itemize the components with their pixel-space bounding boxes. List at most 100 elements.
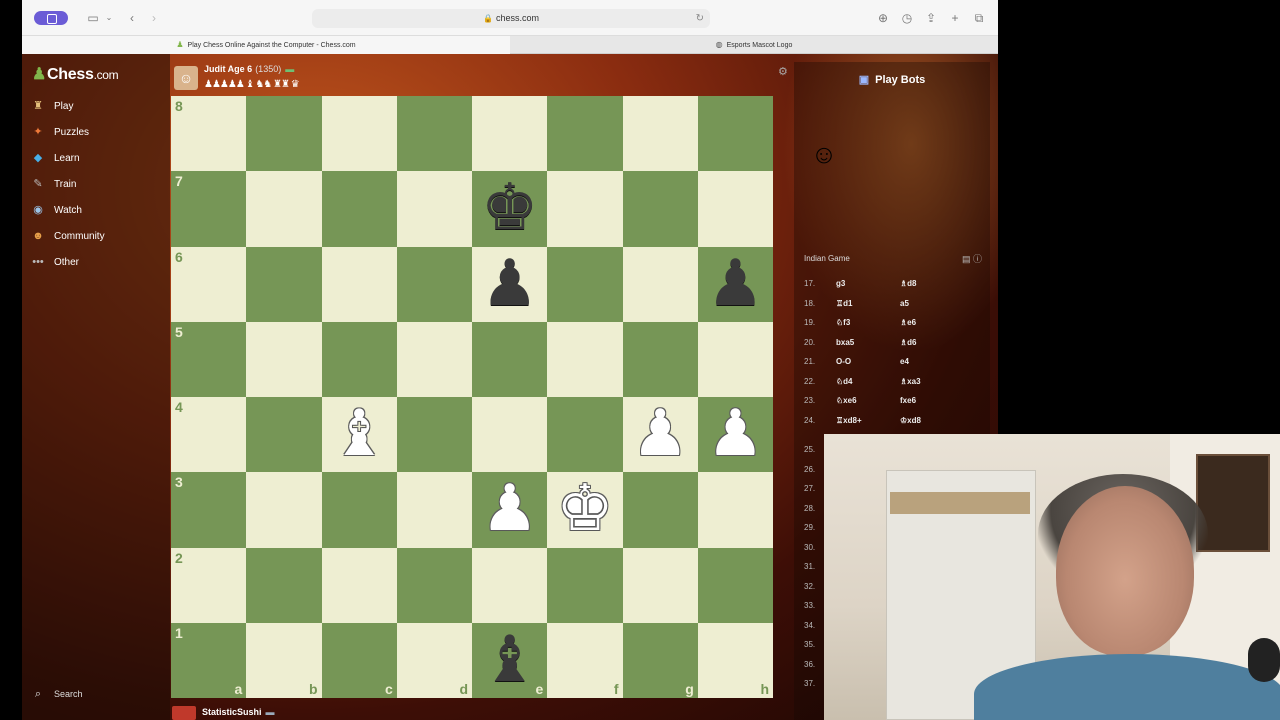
square-g3[interactable] — [622, 472, 698, 548]
white-move[interactable]: O-O — [836, 352, 851, 372]
black-move[interactable]: ♔xd8 — [900, 411, 921, 431]
square-f8[interactable] — [547, 96, 623, 172]
share-icon[interactable]: ⇪ — [924, 11, 938, 25]
forward-icon[interactable]: › — [148, 11, 160, 25]
square-b1[interactable]: b — [246, 622, 322, 698]
black-pawn-icon[interactable]: ♟ — [472, 247, 547, 322]
black-move[interactable]: ♗e6 — [900, 313, 916, 333]
square-f7[interactable] — [547, 171, 623, 247]
chevron-down-icon[interactable]: ⌄ — [104, 11, 114, 25]
white-king-icon[interactable]: ♚ — [547, 472, 622, 547]
square-b8[interactable] — [246, 96, 322, 172]
black-pawn-icon[interactable]: ♟ — [698, 247, 773, 322]
square-e1[interactable]: e ♝ — [472, 622, 548, 698]
square-c5[interactable] — [321, 321, 397, 397]
tab-esports[interactable]: ◍ Esports Mascot Logo — [510, 36, 998, 54]
tab-overview-icon[interactable]: ⧉ — [972, 11, 986, 25]
book-icon[interactable]: ▤ — [962, 254, 971, 264]
square-c8[interactable] — [321, 96, 397, 172]
square-a7[interactable]: 7 — [171, 171, 247, 247]
square-g2[interactable] — [622, 547, 698, 623]
chess-logo[interactable]: ♟Chess.com — [32, 64, 119, 84]
square-a2[interactable]: 2 — [171, 547, 247, 623]
white-move[interactable]: g3 — [836, 274, 845, 294]
bot-avatar-large[interactable]: ☺ — [808, 134, 840, 174]
white-move[interactable]: ♖xd8+ — [836, 411, 862, 431]
square-h8[interactable] — [697, 96, 773, 172]
square-a6[interactable]: 6 — [171, 246, 247, 322]
square-d6[interactable] — [396, 246, 472, 322]
square-a5[interactable]: 5 — [171, 321, 247, 397]
black-move[interactable]: ♗d6 — [900, 333, 917, 353]
square-a4[interactable]: 4 — [171, 397, 247, 473]
square-g8[interactable] — [622, 96, 698, 172]
square-f6[interactable] — [547, 246, 623, 322]
square-g6[interactable] — [622, 246, 698, 322]
history-icon[interactable]: ◷ — [900, 11, 914, 25]
square-b3[interactable] — [246, 472, 322, 548]
square-d2[interactable] — [396, 547, 472, 623]
white-move[interactable]: bxa5 — [836, 333, 854, 353]
square-c3[interactable] — [321, 472, 397, 548]
info-icon[interactable]: ⓘ — [973, 254, 982, 264]
white-move[interactable]: ♘f3 — [836, 313, 850, 333]
square-d4[interactable] — [396, 397, 472, 473]
black-move[interactable]: ♗xa3 — [900, 372, 921, 392]
sidebar-item-puzzles[interactable]: ✦ Puzzles — [30, 122, 162, 142]
square-h4[interactable]: ♟ — [697, 397, 773, 473]
sidebar-toggle-icon[interactable]: ▭ — [86, 11, 100, 25]
sidebar-item-other[interactable]: ••• Other — [30, 252, 162, 272]
sidebar-item-learn[interactable]: ◆ Learn — [30, 148, 162, 168]
white-pawn-icon[interactable]: ♟ — [698, 397, 773, 472]
black-move[interactable]: ♗d8 — [900, 274, 917, 294]
tab-chess[interactable]: ♟ Play Chess Online Against the Computer … — [22, 36, 510, 54]
square-h5[interactable] — [697, 321, 773, 397]
square-c4[interactable]: ♝ — [321, 397, 397, 473]
sidebar-item-community[interactable]: ☻ Community — [30, 226, 162, 246]
black-king-icon[interactable]: ♚ — [472, 171, 547, 246]
square-g4[interactable]: ♟ — [622, 397, 698, 473]
square-b2[interactable] — [246, 547, 322, 623]
square-f2[interactable] — [547, 547, 623, 623]
new-tab-icon[interactable]: + — [948, 11, 962, 25]
sidebar-item-watch[interactable]: ◉ Watch — [30, 200, 162, 220]
white-bishop-icon[interactable]: ♝ — [322, 397, 397, 472]
square-b5[interactable] — [246, 321, 322, 397]
square-f5[interactable] — [547, 321, 623, 397]
back-icon[interactable]: ‹ — [126, 11, 138, 25]
white-pawn-icon[interactable]: ♟ — [623, 397, 698, 472]
user-avatar[interactable] — [172, 706, 196, 720]
square-c6[interactable] — [321, 246, 397, 322]
square-h7[interactable] — [697, 171, 773, 247]
square-b4[interactable] — [246, 397, 322, 473]
square-d7[interactable] — [396, 171, 472, 247]
square-e4[interactable] — [472, 397, 548, 473]
black-bishop-icon[interactable]: ♝ — [472, 623, 547, 698]
square-c2[interactable] — [321, 547, 397, 623]
bottom-player-name[interactable]: StatisticSushi ▬ — [202, 707, 275, 717]
square-e3[interactable]: ♟ — [472, 472, 548, 548]
square-h6[interactable]: ♟ — [697, 246, 773, 322]
square-h2[interactable] — [697, 547, 773, 623]
square-e8[interactable] — [472, 96, 548, 172]
square-b6[interactable] — [246, 246, 322, 322]
white-move[interactable]: ♘d4 — [836, 372, 853, 392]
square-g5[interactable] — [622, 321, 698, 397]
square-b7[interactable] — [246, 171, 322, 247]
square-e7[interactable]: ♚ — [472, 171, 548, 247]
sidebar-item-play[interactable]: ♜ Play — [30, 96, 162, 116]
address-bar[interactable]: 🔒 chess.com ↻ — [312, 9, 710, 28]
sidebar-item-train[interactable]: ✎ Train — [30, 174, 162, 194]
square-f1[interactable]: f — [547, 622, 623, 698]
square-h1[interactable]: h — [697, 622, 773, 698]
square-d8[interactable] — [396, 96, 472, 172]
profile-icon[interactable] — [34, 11, 68, 25]
square-d1[interactable]: d — [396, 622, 472, 698]
sidebar-search[interactable]: ⌕ Search — [30, 688, 83, 701]
square-h3[interactable] — [697, 472, 773, 548]
black-move[interactable]: fxe6 — [900, 391, 916, 411]
reload-icon[interactable]: ↻ — [696, 9, 704, 28]
square-c7[interactable] — [321, 171, 397, 247]
square-a8[interactable]: 8 — [171, 96, 247, 172]
square-e2[interactable] — [472, 547, 548, 623]
